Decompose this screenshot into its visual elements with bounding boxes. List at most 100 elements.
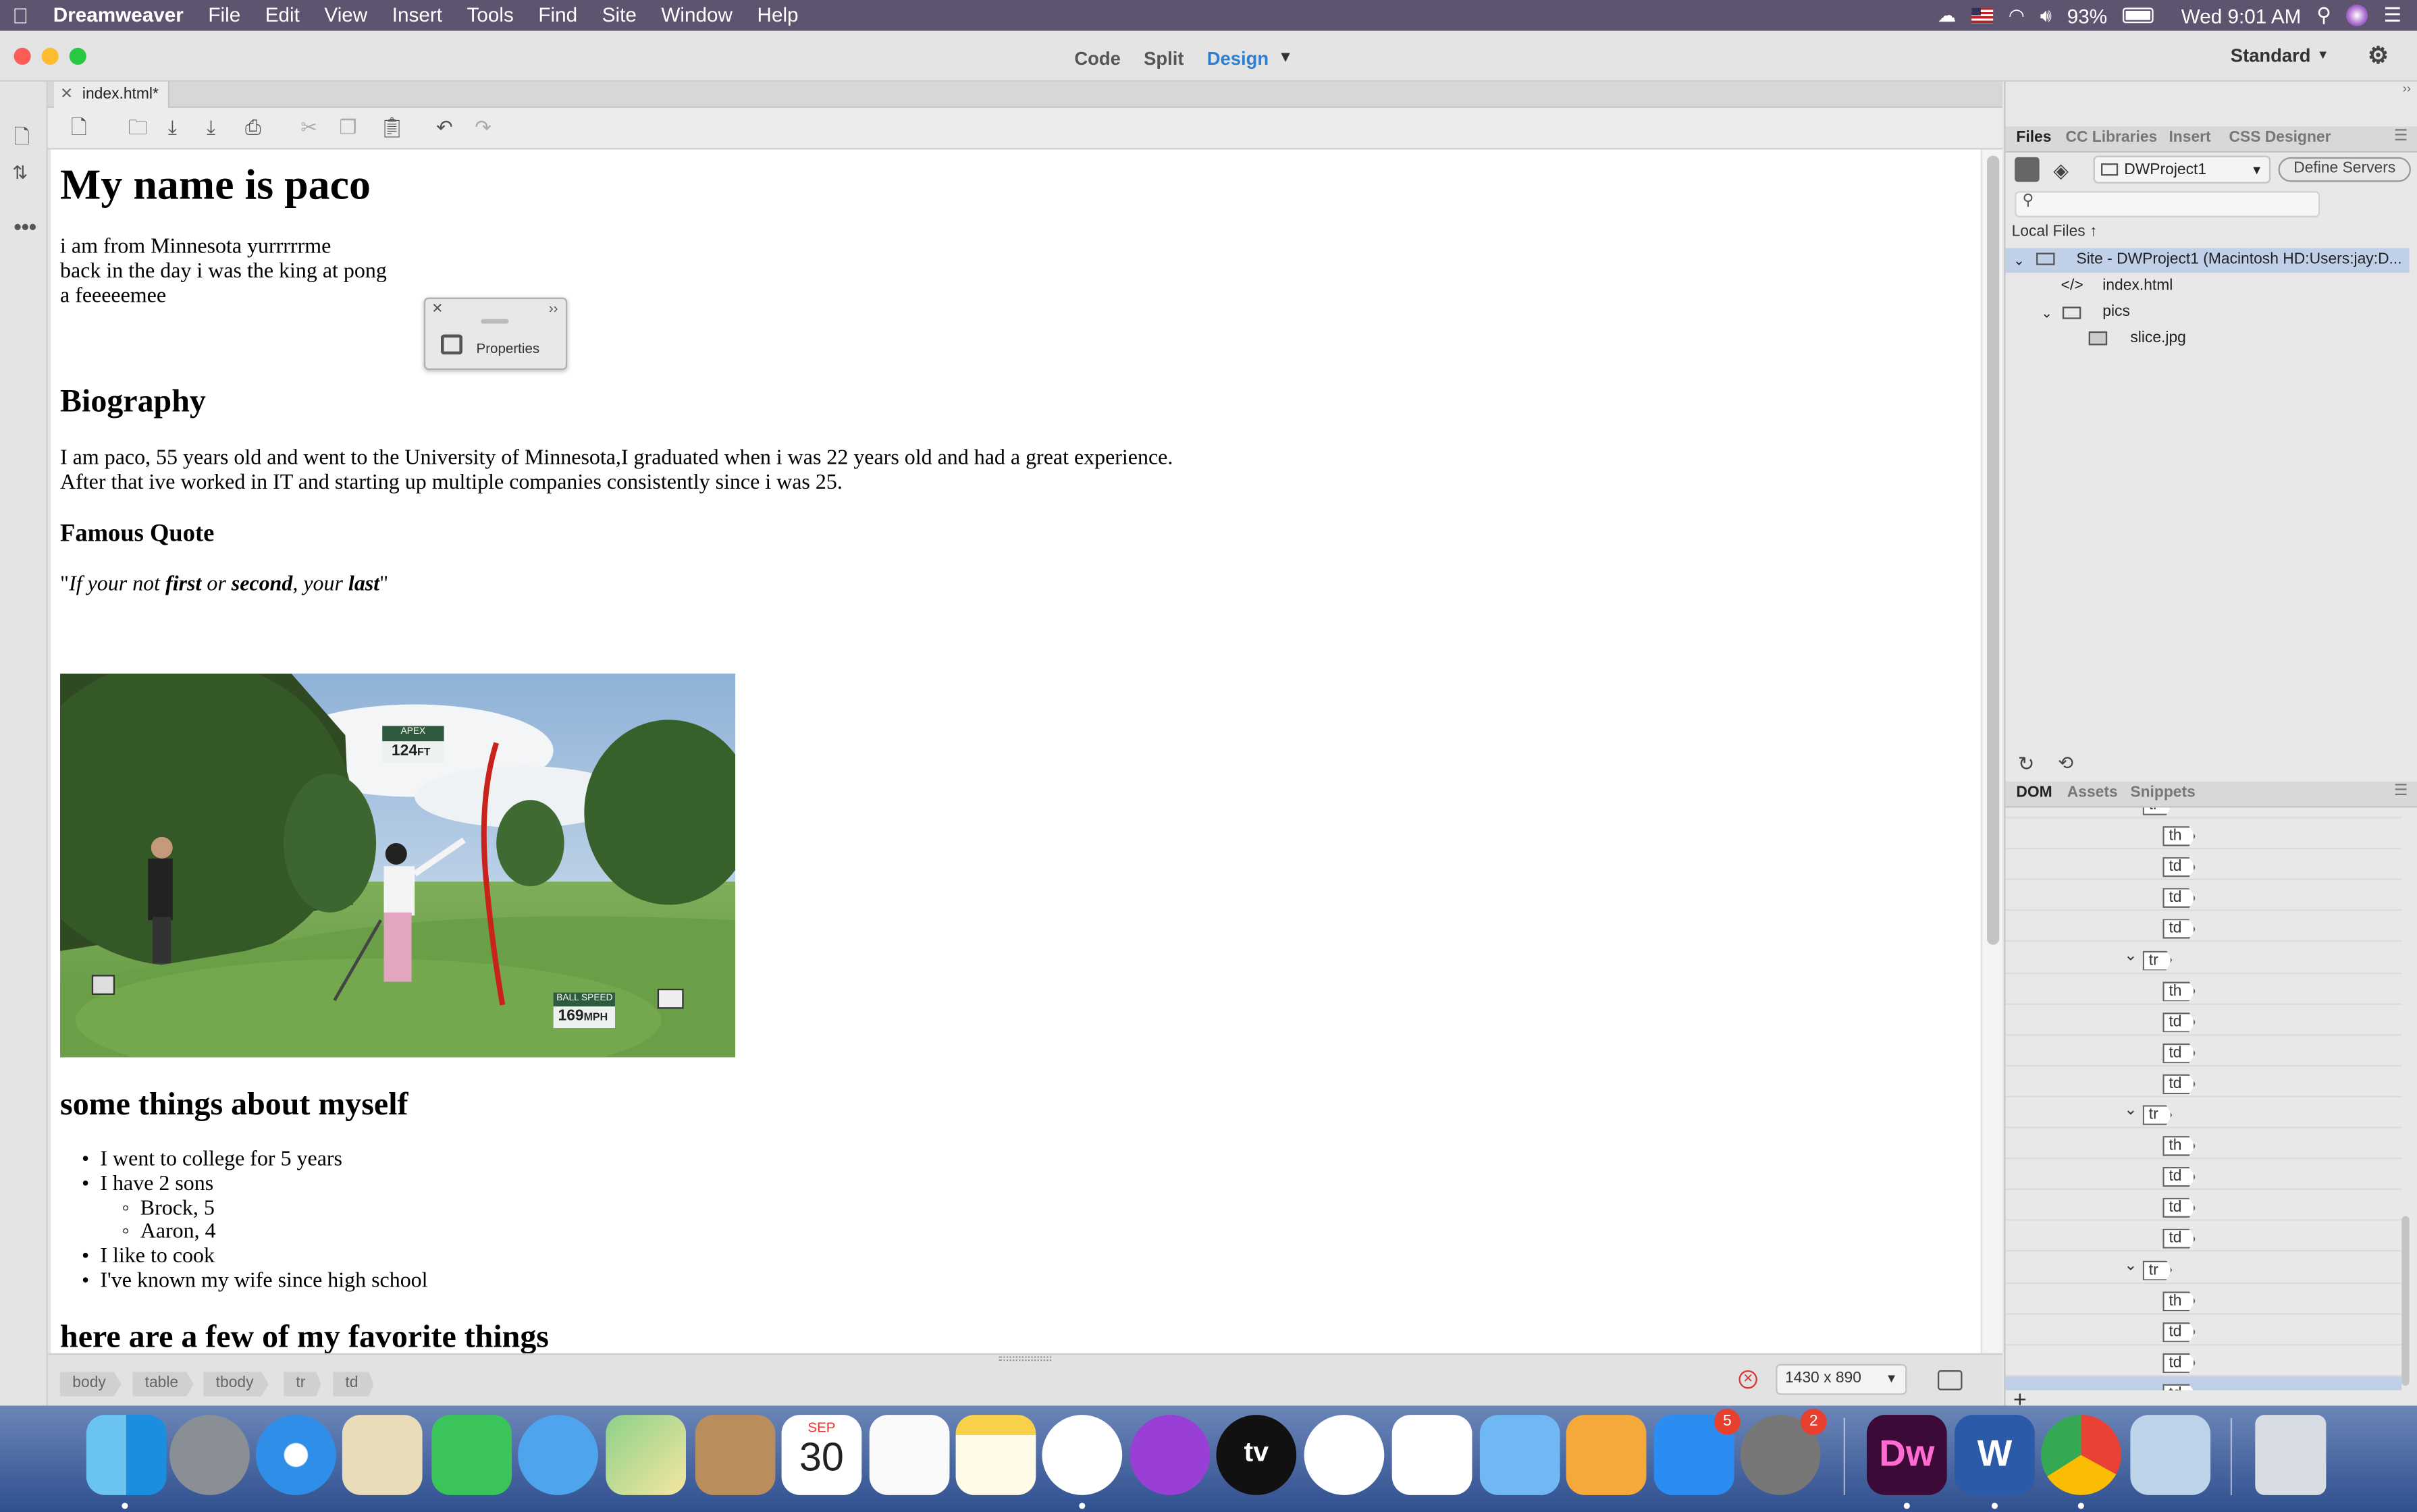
- siri-icon[interactable]: [2346, 4, 2368, 26]
- close-panel-icon[interactable]: ✕: [431, 300, 443, 317]
- menu-insert[interactable]: Insert: [380, 0, 455, 31]
- app-store-icon[interactable]: 5: [1653, 1409, 1741, 1495]
- copy-icon[interactable]: ❐: [339, 116, 357, 139]
- dom-tag-label[interactable]: td: [2162, 1353, 2196, 1374]
- files-search-input[interactable]: ⚲: [2015, 191, 2320, 217]
- workspace-chevron-icon[interactable]: ▼: [2317, 48, 2329, 62]
- sync-icon[interactable]: ⟲: [2058, 752, 2073, 774]
- live-view-toggle-icon[interactable]: [1937, 1370, 1963, 1390]
- word-icon[interactable]: W: [1955, 1415, 2035, 1495]
- tab-css-designer[interactable]: CSS Designer: [2229, 130, 2331, 146]
- new-document-icon[interactable]: 🗋︎: [71, 116, 87, 139]
- design-scrollbar[interactable]: [1980, 149, 2002, 1353]
- dom-row-td[interactable]: td: [2005, 1345, 2402, 1376]
- expand-panel-icon[interactable]: ››: [549, 300, 558, 316]
- workspace-switcher[interactable]: Standard: [2231, 45, 2311, 66]
- dom-tag-label[interactable]: td: [2162, 1012, 2196, 1033]
- close-window-button[interactable]: [14, 47, 31, 65]
- menu-help[interactable]: Help: [745, 0, 811, 31]
- properties-floating-panel[interactable]: ✕ ›› Properties: [423, 297, 568, 371]
- famous-quote[interactable]: "If your not first or second, your last": [60, 573, 388, 598]
- local-files-header[interactable]: Local Files ↑: [2012, 223, 2098, 240]
- tab-assets[interactable]: Assets: [2067, 784, 2118, 801]
- biography-heading[interactable]: Biography: [60, 382, 206, 421]
- settings-gear-icon[interactable]: ⚙: [2368, 42, 2389, 70]
- open-documents-icon[interactable]: 🗋︎: [14, 124, 30, 157]
- site-root-row[interactable]: ⌄ Site - DWProject1 (Macintosh HD:Users:…: [2005, 248, 2410, 273]
- maps-icon[interactable]: [606, 1415, 687, 1495]
- dom-row-tr[interactable]: ⌄ tr: [2005, 807, 2402, 819]
- dom-row-tr[interactable]: ⌄ tr: [2005, 942, 2402, 973]
- tab-cc-libraries[interactable]: CC Libraries: [2065, 130, 2157, 146]
- print-icon[interactable]: ⎙: [245, 116, 261, 139]
- finder-icon[interactable]: [86, 1415, 167, 1495]
- menu-file[interactable]: File: [196, 0, 253, 31]
- define-servers-button[interactable]: Define Servers: [2278, 157, 2411, 182]
- git-icon[interactable]: ◈: [2053, 159, 2069, 184]
- quote-heading[interactable]: Famous Quote: [60, 521, 214, 549]
- save-icon[interactable]: ⤓: [168, 116, 177, 139]
- dom-tag-label[interactable]: td: [2162, 1043, 2196, 1064]
- minimize-window-button[interactable]: [41, 47, 59, 65]
- list-item[interactable]: Aaron, 4: [60, 1221, 428, 1245]
- page-heading[interactable]: My name is paco: [60, 162, 371, 211]
- dom-row-tr[interactable]: ⌄ tr: [2005, 1098, 2402, 1129]
- design-view-button[interactable]: Design: [1207, 48, 1269, 70]
- dom-tag-label[interactable]: td: [2162, 1166, 2196, 1187]
- dom-tag-label[interactable]: td: [2162, 919, 2196, 940]
- dom-tag-label[interactable]: th: [2162, 981, 2196, 1002]
- site-select[interactable]: DWProject1 ▼: [2093, 155, 2271, 184]
- design-view-canvas[interactable]: My name is paco i am from Minnesota yurr…: [51, 149, 1981, 1353]
- menu-edit[interactable]: Edit: [253, 0, 312, 31]
- tab-files[interactable]: Files: [2016, 130, 2051, 146]
- notification-center-icon[interactable]: ☰: [2384, 3, 2402, 28]
- dom-row-th[interactable]: th: [2005, 819, 2402, 850]
- list-item[interactable]: I went to college for 5 years: [60, 1148, 428, 1172]
- panel-grip[interactable]: [481, 319, 509, 324]
- dom-row-td[interactable]: td: [2005, 1035, 2402, 1066]
- intro-line[interactable]: i am from Minnesota yurrrrrme: [60, 236, 331, 261]
- dom-tag-label[interactable]: tr: [2142, 950, 2173, 971]
- properties-icon[interactable]: [440, 334, 462, 355]
- document-tab[interactable]: ✕ index.html*: [53, 82, 169, 108]
- contacts-icon[interactable]: [695, 1415, 776, 1495]
- messages-icon[interactable]: [518, 1415, 598, 1495]
- breadcrumb-body[interactable]: body: [60, 1372, 122, 1397]
- dom-row-td[interactable]: td: [2005, 850, 2402, 881]
- dom-row-th[interactable]: th: [2005, 1129, 2402, 1160]
- dom-tag-label[interactable]: td: [2162, 1322, 2196, 1343]
- dom-tag-label[interactable]: th: [2162, 826, 2196, 846]
- bio-line[interactable]: I am paco, 55 years old and went to the …: [60, 447, 1173, 472]
- viewport-size-select[interactable]: 1430 x 890 ▼: [1776, 1364, 1907, 1395]
- dom-tag-label[interactable]: tr: [2142, 807, 2173, 815]
- dom-row-td[interactable]: td: [2005, 880, 2402, 912]
- dom-row-td[interactable]: td: [2005, 1066, 2402, 1098]
- view-mode-chevron-down-icon[interactable]: ▼: [1278, 49, 1294, 66]
- refresh-icon[interactable]: ↻: [2018, 752, 2035, 777]
- dom-tag-label[interactable]: td: [2162, 1228, 2196, 1249]
- close-tab-icon[interactable]: ✕: [60, 86, 73, 103]
- error-icon[interactable]: ✕: [1738, 1370, 1757, 1389]
- spotlight-search-icon[interactable]: ⚲: [2316, 3, 2331, 28]
- dom-scrollbar[interactable]: [2401, 808, 2410, 1390]
- breadcrumb-tr[interactable]: tr: [284, 1372, 321, 1397]
- menu-window[interactable]: Window: [649, 0, 745, 31]
- battery-icon[interactable]: [2122, 7, 2154, 24]
- favorites-heading[interactable]: here are a few of my favorite things: [60, 1318, 549, 1353]
- clock[interactable]: Wed 9:01 AM: [2181, 4, 2302, 27]
- notes-icon[interactable]: [955, 1415, 1036, 1495]
- about-list[interactable]: I went to college for 5 years I have 2 s…: [60, 1148, 428, 1294]
- tab-snippets[interactable]: Snippets: [2130, 784, 2195, 801]
- dom-tag-label[interactable]: th: [2162, 1291, 2196, 1312]
- dreamweaver-icon[interactable]: Dw: [1866, 1415, 1947, 1495]
- list-item[interactable]: I have 2 sons: [60, 1172, 428, 1197]
- menu-app-name[interactable]: Dreamweaver: [41, 0, 196, 31]
- golf-photo[interactable]: APEX 124FT BALL SPEED 169MPH: [60, 673, 736, 1058]
- dom-row-td[interactable]: td: [2005, 1190, 2402, 1222]
- dom-tag-label[interactable]: td: [2162, 857, 2196, 878]
- calendar-icon[interactable]: SEP 30: [781, 1415, 862, 1495]
- undo-icon[interactable]: ↶: [436, 116, 453, 139]
- battery-percent[interactable]: 93%: [2067, 4, 2107, 27]
- facetime-icon[interactable]: [431, 1415, 512, 1495]
- cut-icon[interactable]: ✂: [300, 116, 317, 139]
